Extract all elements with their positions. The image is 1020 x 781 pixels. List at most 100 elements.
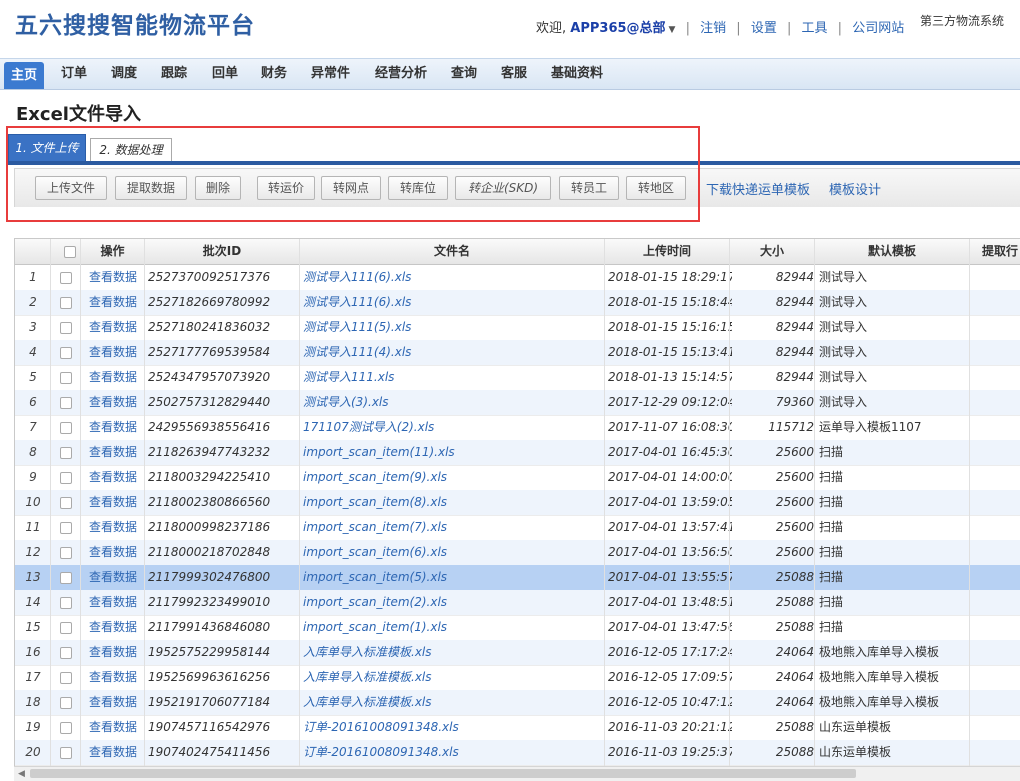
menu-dispatch[interactable]: 调度 <box>111 59 137 89</box>
filename-link[interactable]: 测试导入111(6).xls <box>300 290 606 315</box>
view-data-link[interactable]: 查看数据 <box>81 315 145 340</box>
view-data-link[interactable]: 查看数据 <box>81 290 145 315</box>
row-checkbox[interactable] <box>51 715 81 740</box>
col-size[interactable]: 大小 <box>730 239 815 264</box>
table-row[interactable]: 14 查看数据 2117992323499010 import_scan_item(2… <box>15 590 1020 616</box>
row-checkbox[interactable] <box>51 365 81 390</box>
table-row[interactable]: 15 查看数据 2117991436846080 import_scan_item(1… <box>15 615 1020 641</box>
row-checkbox[interactable] <box>51 490 81 515</box>
row-checkbox[interactable] <box>51 265 81 290</box>
table-row[interactable]: 9 查看数据 2118003294225410 import_scan_item(9)… <box>15 465 1020 491</box>
row-checkbox[interactable] <box>51 665 81 690</box>
filename-link[interactable]: 入库单导入标准模板.xls <box>300 665 606 690</box>
row-checkbox[interactable] <box>51 590 81 615</box>
view-data-link[interactable]: 查看数据 <box>81 740 145 765</box>
row-checkbox[interactable] <box>51 465 81 490</box>
table-row[interactable]: 5 查看数据 2524347957073920 测试导入111.xls 2018-01-… <box>15 365 1020 391</box>
table-row[interactable]: 3 查看数据 2527180241836032 测试导入111(5).xls 2018-… <box>15 315 1020 341</box>
table-row[interactable]: 16 查看数据 1952575229958144 入库单导入标准模板.xls 2016-… <box>15 640 1020 666</box>
table-row[interactable]: 17 查看数据 1952569963616256 入库单导入标准模板.xls 2016-… <box>15 665 1020 691</box>
view-data-link[interactable]: 查看数据 <box>81 665 145 690</box>
row-checkbox[interactable] <box>51 415 81 440</box>
row-checkbox[interactable] <box>51 640 81 665</box>
col-extract-rows[interactable]: 提取行 <box>970 239 1020 264</box>
menu-analysis[interactable]: 经营分析 <box>375 59 427 89</box>
view-data-link[interactable]: 查看数据 <box>81 565 145 590</box>
table-row[interactable]: 18 查看数据 1952191706077184 入库单导入标准模板.xls 2016-… <box>15 690 1020 716</box>
view-data-link[interactable]: 查看数据 <box>81 340 145 365</box>
menu-orders[interactable]: 订单 <box>61 59 87 89</box>
filename-link[interactable]: import_scan_item(9).xls <box>300 465 606 490</box>
row-checkbox[interactable] <box>51 565 81 590</box>
filename-link[interactable]: 入库单导入标准模板.xls <box>300 640 606 665</box>
row-checkbox[interactable] <box>51 615 81 640</box>
view-data-link[interactable]: 查看数据 <box>81 440 145 465</box>
row-checkbox[interactable] <box>51 290 81 315</box>
filename-link[interactable]: 测试导入111.xls <box>300 365 606 390</box>
chevron-down-icon[interactable]: ▼ <box>669 25 676 35</box>
template-design-link[interactable]: 模板设计 <box>829 179 881 198</box>
table-row[interactable]: 2 查看数据 2527182669780992 测试导入111(6).xls 2018-… <box>15 290 1020 316</box>
col-batch-id[interactable]: 批次ID <box>145 239 300 264</box>
table-row[interactable]: 4 查看数据 2527177769539584 测试导入111(4).xls 2018-… <box>15 340 1020 366</box>
menu-finance[interactable]: 财务 <box>261 59 287 89</box>
download-template-link[interactable]: 下载快递运单模板 <box>706 179 810 198</box>
filename-link[interactable]: import_scan_item(6).xls <box>300 540 606 565</box>
row-checkbox[interactable] <box>51 390 81 415</box>
tools-link[interactable]: 工具 <box>802 21 828 36</box>
menu-service[interactable]: 客服 <box>501 59 527 89</box>
table-row[interactable]: 12 查看数据 2118000218702848 import_scan_item(6… <box>15 540 1020 566</box>
menu-tracking[interactable]: 跟踪 <box>161 59 187 89</box>
filename-link[interactable]: 订单-20161008091348.xls <box>300 715 606 740</box>
filename-link[interactable]: 入库单导入标准模板.xls <box>300 690 606 715</box>
view-data-link[interactable]: 查看数据 <box>81 490 145 515</box>
select-all-checkbox[interactable] <box>51 239 81 264</box>
view-data-link[interactable]: 查看数据 <box>81 540 145 565</box>
row-checkbox[interactable] <box>51 540 81 565</box>
table-row[interactable]: 20 查看数据 1907402475411456 订单-20161008091348.… <box>15 740 1020 766</box>
row-checkbox[interactable] <box>51 315 81 340</box>
row-checkbox[interactable] <box>51 690 81 715</box>
table-row[interactable]: 19 查看数据 1907457116542976 订单-20161008091348.… <box>15 715 1020 741</box>
filename-link[interactable]: 测试导入111(5).xls <box>300 315 606 340</box>
horizontal-scrollbar[interactable]: ◀ <box>14 766 1020 781</box>
logout-link[interactable]: 注销 <box>700 21 726 36</box>
menu-home[interactable]: 主页 <box>4 62 44 89</box>
view-data-link[interactable]: 查看数据 <box>81 365 145 390</box>
filename-link[interactable]: 测试导入111(4).xls <box>300 340 606 365</box>
view-data-link[interactable]: 查看数据 <box>81 690 145 715</box>
filename-link[interactable]: 订单-20161008091348.xls <box>300 740 606 765</box>
filename-link[interactable]: import_scan_item(8).xls <box>300 490 606 515</box>
row-checkbox[interactable] <box>51 740 81 765</box>
scroll-left-icon[interactable]: ◀ <box>18 767 25 781</box>
table-row[interactable]: 7 查看数据 2429556938556416 171107测试导入(2).xls 20… <box>15 415 1020 441</box>
filename-link[interactable]: import_scan_item(2).xls <box>300 590 606 615</box>
row-checkbox[interactable] <box>51 515 81 540</box>
table-row[interactable]: 1 查看数据 2527370092517376 测试导入111(6).xls 2018-… <box>15 265 1020 291</box>
company-site-link[interactable]: 公司网站 <box>852 21 904 36</box>
view-data-link[interactable]: 查看数据 <box>81 265 145 290</box>
col-default-template[interactable]: 默认模板 <box>815 239 970 264</box>
menu-basic-data[interactable]: 基础资料 <box>551 59 603 89</box>
view-data-link[interactable]: 查看数据 <box>81 715 145 740</box>
view-data-link[interactable]: 查看数据 <box>81 415 145 440</box>
col-filename[interactable]: 文件名 <box>300 239 605 264</box>
filename-link[interactable]: 测试导入111(6).xls <box>300 265 606 290</box>
view-data-link[interactable]: 查看数据 <box>81 590 145 615</box>
view-data-link[interactable]: 查看数据 <box>81 640 145 665</box>
table-row[interactable]: 8 查看数据 2118263947743232 import_scan_item(11… <box>15 440 1020 466</box>
col-upload-time[interactable]: 上传时间 <box>605 239 730 264</box>
filename-link[interactable]: import_scan_item(11).xls <box>300 440 606 465</box>
table-row[interactable]: 6 查看数据 2502757312829440 测试导入(3).xls 2017-12-… <box>15 390 1020 416</box>
filename-link[interactable]: import_scan_item(1).xls <box>300 615 606 640</box>
settings-link[interactable]: 设置 <box>751 21 777 36</box>
scroll-thumb[interactable] <box>30 769 856 778</box>
filename-link[interactable]: import_scan_item(5).xls <box>300 565 606 590</box>
menu-exceptions[interactable]: 异常件 <box>311 59 350 89</box>
filename-link[interactable]: 测试导入(3).xls <box>300 390 606 415</box>
col-operation[interactable]: 操作 <box>81 239 145 264</box>
row-checkbox[interactable] <box>51 440 81 465</box>
menu-receipt[interactable]: 回单 <box>212 59 238 89</box>
view-data-link[interactable]: 查看数据 <box>81 465 145 490</box>
row-checkbox[interactable] <box>51 340 81 365</box>
